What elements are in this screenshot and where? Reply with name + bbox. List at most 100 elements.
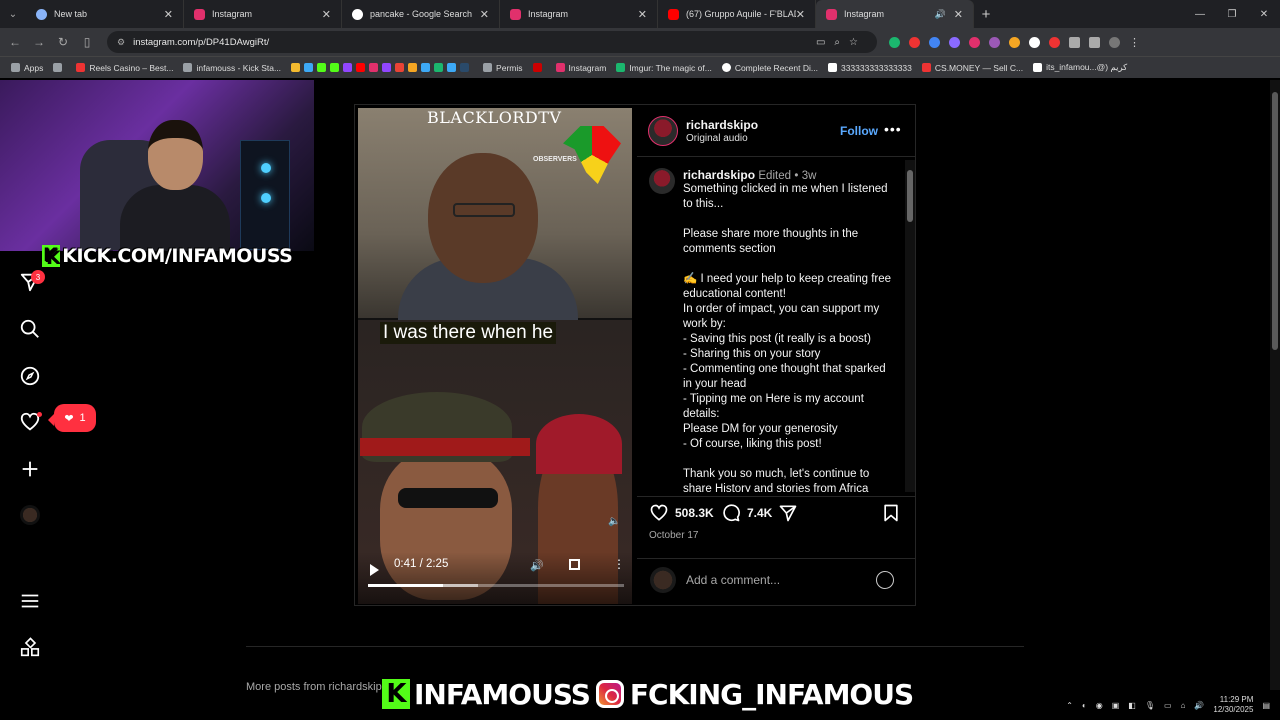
address-bar[interactable]: ⚙ instagram.com/p/DP41DAwgiRt/ ▭⌕☆	[107, 31, 877, 53]
extension-icon[interactable]	[949, 36, 960, 48]
tab-youtube[interactable]: (67) Gruppo Aquile - F'BLADI DI ✕	[658, 0, 816, 28]
tray-app-icon[interactable]: ◐	[1082, 701, 1087, 710]
create-nav[interactable]	[12, 451, 48, 487]
caption-scrollbar[interactable]	[905, 160, 915, 492]
likes-notification-pill[interactable]: ❤ 1	[48, 404, 96, 432]
clock[interactable]: 11:29 PM 12/30/2025	[1213, 695, 1253, 715]
video-progress-bar[interactable]	[368, 584, 624, 587]
play-icon[interactable]	[370, 564, 379, 576]
bookmark-apps[interactable]: Apps	[6, 63, 48, 73]
bookmark-csmoney[interactable]: CS.MONEY — Sell C...	[917, 63, 1028, 73]
video-more-icon[interactable]: ⋮	[613, 557, 625, 571]
instagram-icon	[194, 8, 205, 20]
extension-icon[interactable]	[1029, 36, 1040, 48]
microphone-icon[interactable]: 🎙	[1145, 701, 1155, 710]
close-tab-icon[interactable]: ✕	[954, 8, 963, 21]
page-scroll-thumb[interactable]	[1272, 92, 1278, 350]
bookmark-x[interactable]: 333333333333333	[823, 63, 917, 73]
new-tab-button[interactable]: +	[974, 6, 998, 23]
speaker-icon[interactable]: 🔊	[1194, 701, 1204, 710]
tab-google-search[interactable]: pancake - Google Search ✕	[342, 0, 500, 28]
tray-app-icon[interactable]: ▣	[1112, 701, 1120, 710]
close-window-icon[interactable]: ✕	[1248, 9, 1280, 20]
tab-search-button[interactable]: ⌄	[0, 0, 26, 28]
close-tab-icon[interactable]: ✕	[638, 8, 647, 21]
tab-instagram-2[interactable]: Instagram ✕	[500, 0, 658, 28]
share-button[interactable]	[778, 503, 798, 523]
restore-icon[interactable]: ❐	[1216, 9, 1248, 20]
profile-nav[interactable]	[12, 497, 48, 533]
forward-icon[interactable]: →	[27, 35, 51, 49]
bookmark-icon-row[interactable]	[286, 63, 478, 72]
bookmark-imgur[interactable]: Imgur: The magic of...	[611, 63, 717, 73]
close-tab-icon[interactable]: ✕	[322, 8, 331, 21]
speaker-small-icon[interactable]: 🔈	[608, 516, 620, 527]
bookmark-instagram[interactable]: Instagram	[551, 63, 612, 73]
bookmark-github[interactable]: Complete Recent Di...	[717, 63, 823, 73]
author-avatar[interactable]	[648, 116, 678, 146]
menu-list-icon[interactable]	[1089, 36, 1100, 48]
apps-nav[interactable]	[12, 630, 48, 666]
caption-avatar[interactable]	[649, 168, 675, 194]
bookmark-reels-casino[interactable]: Reels Casino – Best...	[71, 63, 178, 73]
reel-video[interactable]: BLACKLORDTV OBSERVERS I was there when h…	[358, 108, 632, 604]
follow-button[interactable]: Follow	[840, 124, 878, 138]
bookmark-tiktok[interactable]: its_infamou...@) كريم	[1028, 62, 1132, 73]
bookmark-permis[interactable]: Permis	[478, 63, 527, 73]
tab-instagram-1[interactable]: Instagram ✕	[184, 0, 342, 28]
bookmark-icon-only[interactable]	[48, 63, 71, 72]
extension-icon[interactable]	[1009, 36, 1020, 48]
tray-app-icon[interactable]: ◧	[1128, 701, 1136, 710]
notifications-nav[interactable]	[12, 404, 48, 440]
puzzle-icon[interactable]	[1069, 36, 1080, 48]
bookmark-icon-only[interactable]	[528, 63, 551, 72]
extension-icon[interactable]	[909, 36, 920, 48]
display-icon[interactable]: ▭	[1164, 701, 1172, 710]
comment-button[interactable]: 7.4K	[721, 503, 772, 523]
site-info-icon[interactable]: ⚙	[117, 37, 125, 48]
extension-icon[interactable]	[929, 36, 940, 48]
emoji-icon[interactable]	[876, 571, 894, 589]
more-menu-nav[interactable]	[12, 583, 48, 619]
gmail-icon	[395, 63, 405, 72]
extension-icon[interactable]	[1049, 36, 1060, 48]
original-audio-link[interactable]: Original audio	[686, 133, 748, 144]
extension-icon[interactable]	[969, 36, 980, 48]
explore-nav[interactable]	[12, 358, 48, 394]
extension-icon[interactable]	[989, 36, 1000, 48]
close-tab-icon[interactable]: ✕	[164, 8, 173, 21]
page-scrollbar[interactable]	[1270, 80, 1280, 690]
caption-username[interactable]: richardskipo	[683, 168, 755, 182]
stream-banner: K INFAMOUSS FCKING_INFAMOUS	[382, 676, 914, 712]
tab-title: Instagram	[212, 9, 253, 19]
side-panel-icon[interactable]: ▯	[75, 35, 99, 49]
tab-title: Instagram	[528, 9, 569, 19]
post-date[interactable]: October 17	[649, 530, 698, 541]
discord-icon[interactable]: ◉	[1096, 701, 1103, 710]
tab-instagram-active[interactable]: Instagram 🔊 ✕	[816, 0, 974, 28]
back-icon[interactable]: ←	[3, 35, 27, 49]
like-button[interactable]: 508.3K	[649, 503, 714, 523]
volume-icon[interactable]: 🔊	[530, 559, 544, 572]
post-options-icon[interactable]: •••	[884, 121, 902, 137]
close-tab-icon[interactable]: ✕	[480, 8, 489, 21]
profile-avatar-icon[interactable]	[1109, 36, 1120, 48]
notification-center-icon[interactable]: ▤	[1262, 701, 1270, 710]
save-button[interactable]	[881, 503, 901, 523]
author-username[interactable]: richardskipo	[686, 118, 758, 132]
network-icon[interactable]: ⌂	[1181, 701, 1186, 710]
scroll-thumb[interactable]	[907, 170, 913, 222]
reload-icon[interactable]: ↻	[51, 35, 75, 49]
tray-chevron-icon[interactable]: ⌃	[1066, 701, 1073, 710]
search-nav[interactable]	[12, 311, 48, 347]
omnibox-actions[interactable]: ▭⌕☆	[816, 37, 867, 48]
tab-new-tab[interactable]: New tab ✕	[26, 0, 184, 28]
audio-playing-icon[interactable]: 🔊	[935, 9, 946, 20]
minimize-icon[interactable]: —	[1184, 9, 1216, 20]
kebab-menu-icon[interactable]: ⋮	[1129, 36, 1140, 49]
add-comment-input[interactable]: Add a comment...	[686, 573, 780, 587]
close-tab-icon[interactable]: ✕	[796, 8, 805, 21]
fullscreen-icon[interactable]	[569, 559, 580, 570]
bookmark-kick[interactable]: infamouss - Kick Sta...	[178, 63, 286, 73]
extension-icon[interactable]	[889, 36, 900, 48]
